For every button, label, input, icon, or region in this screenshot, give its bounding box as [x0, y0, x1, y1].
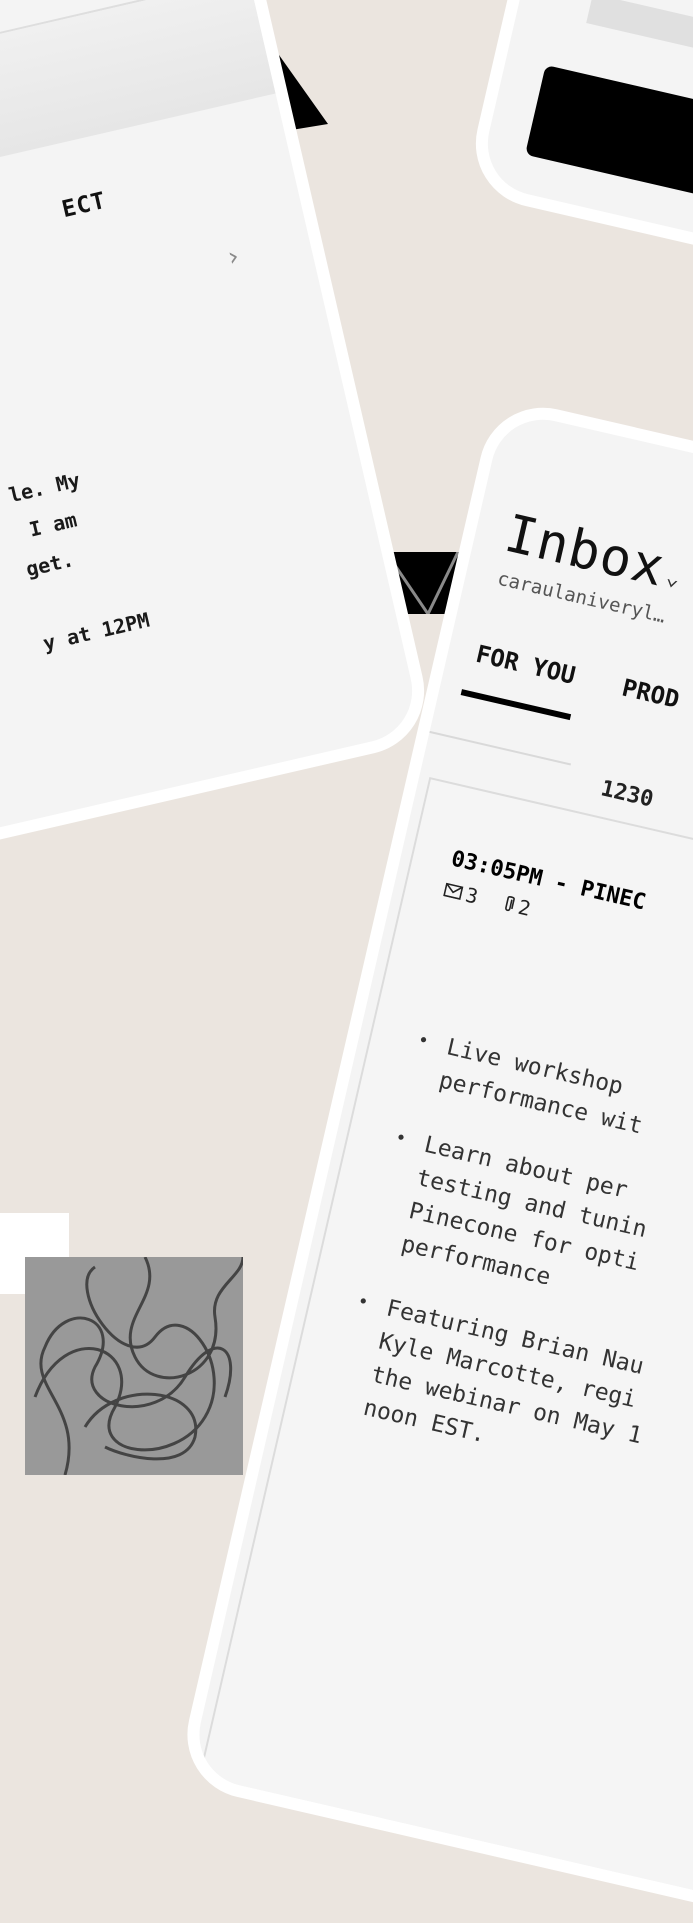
paperclip-icon — [505, 896, 515, 912]
black-button-block[interactable] — [525, 64, 693, 259]
list-item: Featuring Brian Nau Kyle Marcotte, regi … — [325, 1283, 693, 1541]
envelope-icon — [443, 882, 464, 900]
chevron-right-icon[interactable]: › — [222, 241, 244, 274]
divider — [429, 730, 572, 766]
tab-selected-indicator — [460, 689, 572, 721]
email-bullet-list: Live workshop performance wit Learn abou… — [318, 1022, 693, 1573]
squiggle-decoration — [25, 1257, 243, 1475]
attachments-count: 2 — [515, 894, 534, 921]
tab-prod[interactable]: PROD — [619, 674, 682, 714]
top-right-phone-mockup — [463, 0, 693, 314]
email-body: le. My I am get. y at 12PM — [6, 467, 152, 656]
email-header-area — [0, 0, 276, 220]
email-card[interactable]: 03:05PM - PINEC 3 2 Live workshop perfor… — [181, 777, 693, 1923]
tab-for-you[interactable]: FOR YOU — [473, 640, 578, 690]
date-label: 1230 — [598, 776, 656, 813]
email-subject: ECT — [59, 187, 109, 224]
chevron-down-icon[interactable]: ⌄ — [664, 565, 683, 592]
messages-count: 3 — [463, 882, 481, 909]
